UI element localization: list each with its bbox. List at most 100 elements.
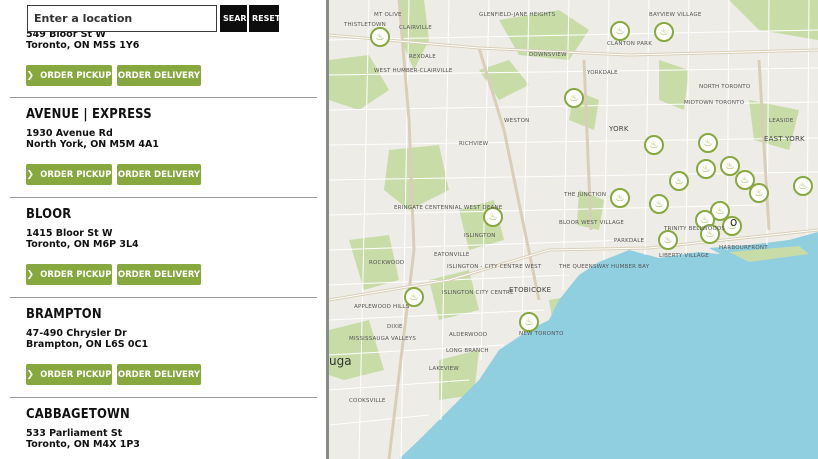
store-name: Cabbagetown bbox=[26, 406, 130, 422]
order-delivery-button[interactable]: ORDER DELIVERY bbox=[117, 65, 201, 86]
map-label: NORTH TORONTO bbox=[699, 84, 751, 90]
store-street: 47-490 Chrysler Dr bbox=[26, 328, 127, 339]
map-label: YORKDALE bbox=[587, 70, 618, 76]
map-label: ISLINGTON - CITY CENTRE WEST bbox=[447, 264, 542, 270]
map-label: ETOBICOKE bbox=[509, 286, 552, 294]
map-label: o bbox=[730, 215, 738, 229]
map-label: PARKDALE bbox=[614, 238, 645, 244]
map-label: MISSISSAUGA VALLEYS bbox=[349, 336, 417, 342]
map-label: MIDTOWN TORONTO bbox=[684, 100, 745, 106]
store-street: 1415 Bloor St W bbox=[26, 228, 113, 239]
store-actions: ❯ ORDER PICKUP ORDER DELIVERY bbox=[26, 164, 201, 185]
store-city: Toronto, ON M5S 1Y6 bbox=[26, 39, 140, 51]
store-pin-icon[interactable]: ♨ bbox=[670, 172, 688, 190]
map-label: WEST HUMBER-CLAIRVILLE bbox=[374, 68, 453, 74]
store-pin-icon[interactable]: ♨ bbox=[520, 313, 538, 331]
map-label: LIBERTY VILLAGE bbox=[659, 253, 709, 259]
store-item-brampton[interactable]: Brampton 47-490 Chrysler Dr Brampton, ON… bbox=[10, 298, 317, 397]
store-pin-icon[interactable]: ♨ bbox=[794, 177, 812, 195]
order-delivery-button[interactable]: ORDER DELIVERY bbox=[117, 164, 201, 185]
map-label: LAKEVIEW bbox=[429, 366, 459, 372]
store-address: 533 Parliament St Toronto, ON M4X 1P3 bbox=[26, 428, 140, 450]
map-label: TRINITY BELLWOODS bbox=[664, 226, 726, 232]
map-label: LONG BRANCH bbox=[446, 348, 489, 354]
map-label: EATONVILLE bbox=[434, 252, 470, 258]
order-pickup-label: ORDER PICKUP bbox=[40, 169, 112, 180]
store-pin-icon[interactable]: ♨ bbox=[699, 134, 717, 152]
map-label: BLOOR WEST VILLAGE bbox=[559, 220, 625, 226]
location-search-bar: SEARCH RESET bbox=[27, 5, 279, 34]
store-pin-icon[interactable]: ♨ bbox=[750, 184, 768, 202]
chevron-right-icon: ❯ bbox=[26, 369, 35, 380]
order-pickup-label: ORDER PICKUP bbox=[40, 269, 112, 280]
store-address: 1930 Avenue Rd North York, ON M5M 4A1 bbox=[26, 128, 159, 150]
order-pickup-button[interactable]: ❯ ORDER PICKUP bbox=[26, 264, 112, 285]
store-pin-icon[interactable]: ♨ bbox=[645, 136, 663, 154]
map-label: LEASIDE bbox=[769, 118, 794, 124]
map-label: ALDERWOOD bbox=[449, 332, 488, 338]
map-label: APPLEWOOD HILLS bbox=[354, 304, 410, 310]
map-label: GLENFIELD-JANE HEIGHTS bbox=[479, 12, 556, 18]
map-label: CLANTON PARK bbox=[607, 41, 653, 47]
store-city: Brampton, ON L6S 0C1 bbox=[26, 338, 149, 350]
store-city: North York, ON M5M 4A1 bbox=[26, 138, 159, 150]
chevron-right-icon: ❯ bbox=[26, 269, 35, 280]
store-city: Toronto, ON M6P 3L4 bbox=[26, 238, 139, 250]
store-item-bloor[interactable]: Bloor 1415 Bloor St W Toronto, ON M6P 3L… bbox=[10, 198, 317, 297]
store-pin-icon[interactable]: ♨ bbox=[655, 23, 673, 41]
store-name: Brampton bbox=[26, 306, 102, 322]
search-button[interactable]: SEARCH bbox=[220, 5, 247, 32]
store-name: Avenue | Express bbox=[26, 106, 152, 122]
store-pin-icon[interactable]: ♨ bbox=[611, 189, 629, 207]
map-label: MT OLIVE bbox=[374, 12, 402, 18]
store-city: Toronto, ON M4X 1P3 bbox=[26, 438, 140, 450]
map-label: uga bbox=[329, 354, 352, 368]
store-pin-icon[interactable]: ♨ bbox=[611, 22, 629, 40]
store-item-cabbagetown[interactable]: Cabbagetown 533 Parliament St Toronto, O… bbox=[10, 398, 317, 459]
order-pickup-label: ORDER PICKUP bbox=[40, 70, 112, 81]
map-label: ISLINGTON bbox=[464, 233, 496, 239]
order-pickup-label: ORDER PICKUP bbox=[40, 369, 112, 380]
map-label: YORK bbox=[609, 125, 629, 133]
map-label: CLAIRVILLE bbox=[399, 25, 432, 31]
map-label: ISLINGTON CITY CENTRE bbox=[442, 290, 514, 296]
store-name: Bloor bbox=[26, 206, 72, 222]
store-actions: ❯ ORDER PICKUP ORDER DELIVERY bbox=[26, 364, 201, 385]
store-locator-panel: 549 Bloor St W Toronto, ON M5S 1Y6 ❯ ORDE… bbox=[0, 0, 328, 459]
store-street: 533 Parliament St bbox=[26, 428, 123, 439]
map-label: WESTON bbox=[504, 118, 530, 124]
store-actions: ❯ ORDER PICKUP ORDER DELIVERY bbox=[26, 264, 201, 285]
map-label: BAYVIEW VILLAGE bbox=[649, 12, 702, 18]
store-pin-icon[interactable]: ♨ bbox=[565, 89, 583, 107]
order-pickup-button[interactable]: ❯ ORDER PICKUP bbox=[26, 364, 112, 385]
order-delivery-button[interactable]: ORDER DELIVERY bbox=[117, 364, 201, 385]
order-delivery-button[interactable]: ORDER DELIVERY bbox=[117, 264, 201, 285]
map-label: ROCKWOOD bbox=[369, 260, 405, 266]
map-label: DIXIE bbox=[387, 324, 403, 330]
store-street: 1930 Avenue Rd bbox=[26, 128, 113, 139]
reset-button[interactable]: RESET bbox=[249, 5, 279, 32]
store-address: 1415 Bloor St W Toronto, ON M6P 3L4 bbox=[26, 228, 139, 250]
store-map[interactable]: ♨ ♨ ♨ ♨ ♨ ♨ ♨ ♨ ♨ ♨ ♨ ♨ ♨ ♨ ♨ ♨ ♨ ♨ ♨ ♨ ♨ ♨ MT OLIVE GLENFIELD… bbox=[329, 0, 818, 459]
order-pickup-button[interactable]: ❯ ORDER PICKUP bbox=[26, 164, 112, 185]
store-pin-icon[interactable]: ♨ bbox=[650, 195, 668, 213]
map-label: THE QUEENSWAY HUMBER BAY bbox=[559, 264, 650, 270]
map-label: ERINGATE CENTENNIAL WEST DEANE bbox=[394, 205, 503, 211]
map-label: RICHVIEW bbox=[459, 141, 489, 147]
store-pin-icon[interactable]: ♨ bbox=[697, 160, 715, 178]
store-actions: ❯ ORDER PICKUP ORDER DELIVERY bbox=[26, 65, 201, 86]
map-label: EAST YORK bbox=[764, 135, 805, 143]
map-label: REXDALE bbox=[409, 54, 436, 60]
store-address: 47-490 Chrysler Dr Brampton, ON L6S 0C1 bbox=[26, 328, 149, 350]
store-pin-icon[interactable]: ♨ bbox=[371, 28, 389, 46]
map-label: THISTLETOWN bbox=[344, 22, 386, 28]
order-pickup-button[interactable]: ❯ ORDER PICKUP bbox=[26, 65, 112, 86]
map-label: HARBOURFRONT bbox=[719, 245, 768, 251]
chevron-right-icon: ❯ bbox=[26, 169, 35, 180]
store-item-avenue-express[interactable]: Avenue | Express 1930 Avenue Rd North Yo… bbox=[10, 98, 317, 197]
location-search-input[interactable] bbox=[27, 5, 217, 32]
store-pin-icon[interactable]: ♨ bbox=[659, 231, 677, 249]
map-label: DOWNSVIEW bbox=[529, 52, 567, 58]
map-label: COOKSVILLE bbox=[349, 398, 386, 404]
map-label: NEW TORONTO bbox=[519, 331, 564, 337]
